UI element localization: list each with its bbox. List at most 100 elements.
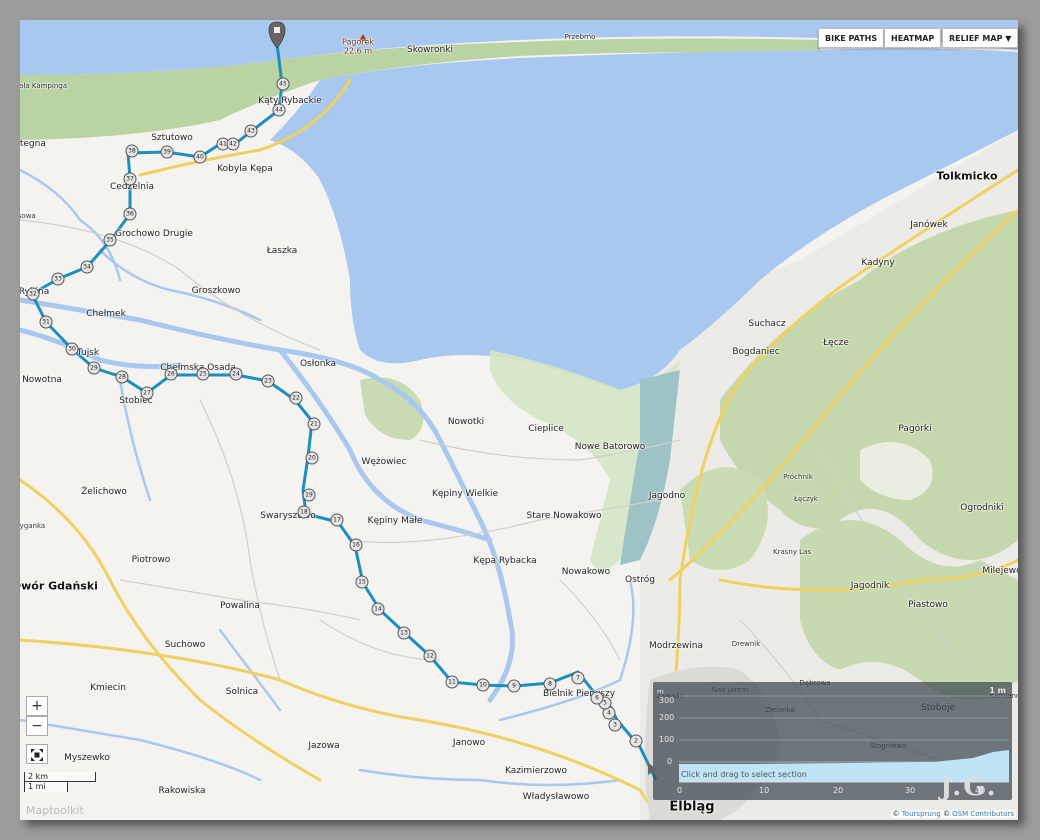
- place-label: Nowotna: [22, 375, 62, 385]
- waypoint-marker[interactable]: 21: [307, 417, 321, 431]
- place-label: Grochowo Drugie: [115, 229, 193, 239]
- place-label: Cieplice: [528, 424, 564, 434]
- waypoint-marker[interactable]: 35: [103, 233, 117, 247]
- maptoolkit-logo: Maptoolkit: [26, 804, 84, 817]
- place-label: Rakowiska: [158, 786, 206, 796]
- place-label: Elbląg: [669, 799, 715, 815]
- place-label: Kępiny Małe: [367, 516, 423, 526]
- relief-map-dropdown[interactable]: RELIEF MAP ▼: [942, 28, 1018, 48]
- waypoint-marker[interactable]: 30: [65, 342, 79, 356]
- attribution-osm[interactable]: OSM Contributors: [952, 810, 1014, 818]
- place-label: Jazowa: [308, 741, 340, 751]
- waypoint-marker[interactable]: 9: [507, 679, 521, 693]
- place-label: Krasny Las: [772, 548, 812, 556]
- waypoint-marker[interactable]: 40: [193, 150, 207, 164]
- peak-name: Pagorek: [341, 37, 375, 47]
- waypoint-marker[interactable]: 20: [305, 451, 319, 465]
- place-label: Tolkmicko: [936, 169, 998, 183]
- place-label: Myszewko: [64, 753, 110, 763]
- waypoint-marker[interactable]: 25: [196, 367, 210, 381]
- waypoint-marker[interactable]: 24: [229, 367, 243, 381]
- waypoint-marker[interactable]: 19: [302, 488, 316, 502]
- signature: J.G.: [940, 772, 998, 802]
- elev-play-icon[interactable]: [648, 763, 657, 775]
- heatmap-button[interactable]: HEATMAP: [884, 28, 942, 48]
- waypoint-marker[interactable]: 26: [164, 367, 178, 381]
- elev-hint: Click and drag to select section: [681, 770, 807, 779]
- waypoint-marker[interactable]: 17: [330, 513, 344, 527]
- place-label: Nowe Batorowo: [574, 442, 646, 452]
- elev-y-tick: 0: [667, 757, 673, 766]
- place-label: Bogdaniec: [732, 347, 780, 357]
- scale-bar: 2 km 1 mi: [24, 772, 98, 796]
- place-label: Władysławowo: [522, 792, 590, 802]
- waypoint-marker[interactable]: 42: [226, 137, 240, 151]
- place-label: Solnica: [225, 687, 259, 697]
- waypoint-marker[interactable]: 7: [571, 671, 585, 685]
- waypoint-marker[interactable]: 12: [423, 649, 437, 663]
- elev-x-tick: 10: [759, 786, 770, 795]
- elev-unit: m: [657, 688, 664, 696]
- place-label: Jagodno: [648, 491, 686, 501]
- waypoint-marker[interactable]: 23: [261, 374, 275, 388]
- place-label: Janowo: [452, 738, 486, 748]
- waypoint-marker[interactable]: 16: [349, 538, 363, 552]
- place-label: Kępa Rybacka: [473, 556, 537, 566]
- place-label: Janówek: [910, 220, 948, 230]
- place-label: Kąty Rybackie: [258, 96, 322, 106]
- place-label: Przebrno: [564, 33, 596, 41]
- zoom-in-button[interactable]: +: [26, 696, 48, 716]
- place-label: Ostróg: [624, 575, 656, 585]
- waypoint-marker[interactable]: 44: [272, 103, 286, 117]
- elev-y-tick: 300: [659, 696, 675, 705]
- place-label: Pagórki: [898, 424, 932, 434]
- elev-unit-right: 1 m: [989, 686, 1006, 695]
- place-label: Łęczyk: [794, 495, 818, 503]
- waypoint-marker[interactable]: 18: [297, 505, 311, 519]
- waypoint-marker[interactable]: 27: [140, 386, 154, 400]
- bike-paths-button[interactable]: BIKE PATHS: [818, 28, 885, 48]
- place-label: Stegna: [20, 139, 46, 149]
- zoom-out-button[interactable]: −: [26, 716, 48, 736]
- place-label: Powalina: [220, 601, 260, 611]
- place-label: Kmiecin: [90, 683, 126, 693]
- waypoint-marker[interactable]: 29: [87, 361, 101, 375]
- waypoint-marker[interactable]: 6: [590, 691, 604, 705]
- waypoint-marker[interactable]: 15: [355, 575, 369, 589]
- place-label: Ogrodniki: [960, 503, 1004, 513]
- waypoint-marker[interactable]: 8: [543, 677, 557, 691]
- waypoint-marker[interactable]: 45: [276, 77, 290, 91]
- place-label: Chełmek: [86, 309, 126, 319]
- waypoint-marker[interactable]: 3: [608, 718, 622, 732]
- fullscreen-icon: [31, 749, 43, 761]
- waypoint-marker[interactable]: 36: [123, 207, 137, 221]
- waypoint-marker[interactable]: 2: [629, 734, 643, 748]
- fullscreen-button[interactable]: [26, 744, 48, 764]
- waypoint-marker[interactable]: 31: [39, 315, 53, 329]
- waypoint-marker[interactable]: 38: [125, 144, 139, 158]
- waypoint-marker[interactable]: 34: [80, 260, 94, 274]
- place-label: Jagodnik: [850, 581, 890, 591]
- waypoint-marker[interactable]: 22: [289, 391, 303, 405]
- map-frame[interactable]: Skowronki Przebrno Kąty Rybackie Sztutowo Ko…: [20, 20, 1018, 820]
- elev-y-tick: 200: [659, 713, 675, 722]
- waypoint-marker[interactable]: 39: [160, 145, 174, 159]
- waypoint-marker[interactable]: 28: [115, 370, 129, 384]
- waypoint-marker[interactable]: 14: [371, 602, 385, 616]
- place-label: Skowronki: [407, 45, 453, 55]
- waypoint-marker[interactable]: 13: [397, 626, 411, 640]
- waypoint-marker[interactable]: 43: [244, 124, 258, 138]
- waypoint-marker[interactable]: 37: [123, 172, 137, 186]
- place-label: Łęcze: [823, 338, 849, 348]
- place-label: Osłonka: [299, 359, 337, 369]
- place-label: Groszkowo: [191, 286, 241, 296]
- place-label: Nowakowo: [561, 567, 611, 577]
- waypoint-marker[interactable]: 10: [476, 678, 490, 692]
- waypoint-marker[interactable]: 32: [26, 287, 40, 301]
- attribution-toursprung[interactable]: Toursprung: [902, 810, 941, 818]
- elev-x-tick: 0: [677, 786, 683, 795]
- place-label: Suchowo: [164, 640, 206, 650]
- waypoint-marker[interactable]: 11: [445, 675, 459, 689]
- place-label: Piotrowo: [131, 555, 171, 565]
- waypoint-marker[interactable]: 33: [51, 272, 65, 286]
